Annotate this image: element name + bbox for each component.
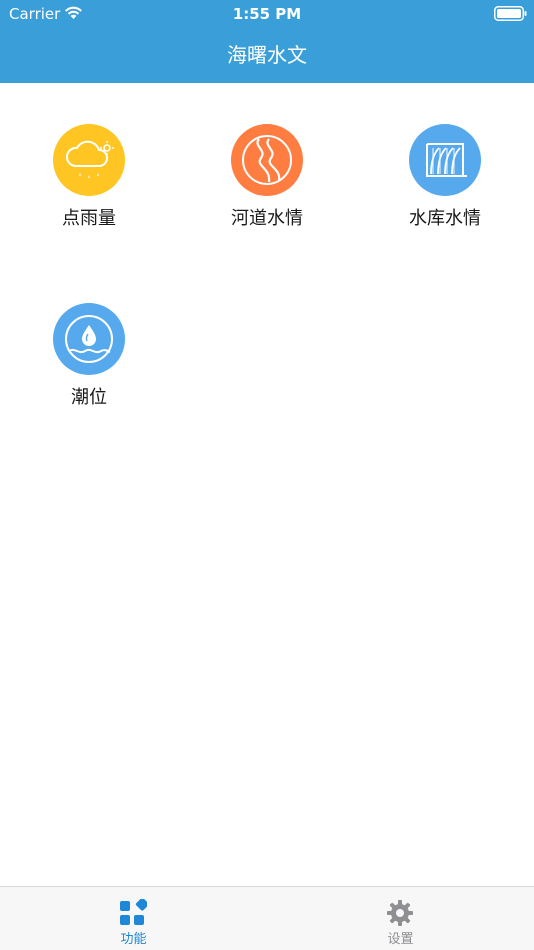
tab-bar: 功能 设置 [0,886,534,950]
river-icon [231,124,303,196]
tab-label: 功能 [120,932,147,947]
tab-label: 设置 [387,932,414,947]
tab-functions[interactable]: 功能 [0,887,267,950]
page-title: 海曙水文 [227,43,307,67]
reservoir-icon [409,124,481,196]
app-screen: Carrier 1:55 PM 海曙水文 点雨量 河道水情 水库水情 潮位 功能… [0,0,534,950]
rain-cloud-icon [53,124,125,196]
gear-icon [387,900,413,926]
feature-label: 水库水情 [409,208,481,229]
feature-label: 点雨量 [62,208,116,229]
header: Carrier 1:55 PM 海曙水文 [0,0,534,83]
feature-tide[interactable]: 潮位 [14,303,164,418]
feature-river[interactable]: 河道水情 [192,124,342,239]
feature-label: 河道水情 [231,208,303,229]
status-time: 1:55 PM [232,5,302,23]
tab-settings[interactable]: 设置 [267,887,534,950]
status-bar: Carrier 1:55 PM [0,0,534,28]
feature-reservoir[interactable]: 水库水情 [370,124,520,239]
battery-icon [494,6,527,21]
feature-label: 潮位 [71,387,107,408]
feature-rainfall[interactable]: 点雨量 [14,124,164,239]
water-drop-icon [53,303,125,375]
grid-icon [120,899,147,925]
